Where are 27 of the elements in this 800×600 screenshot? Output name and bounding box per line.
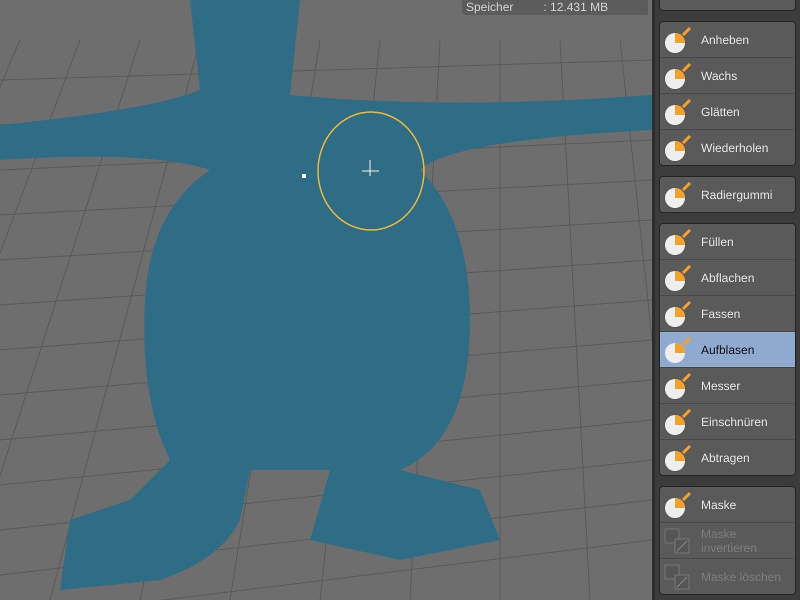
sculpt-brush-icon [663, 370, 693, 400]
tool-item[interactable]: Wachs [660, 58, 795, 94]
sculpt-brush-icon [663, 442, 693, 472]
tool-item[interactable]: Wiederholen [660, 130, 795, 165]
tool-item[interactable]: Anheben [660, 22, 795, 58]
tool-item[interactable]: Abflachen [660, 260, 795, 296]
sculpt-brush-icon [663, 490, 693, 520]
tool-item[interactable]: Füllen [660, 224, 795, 260]
sculpt-brush-icon [663, 262, 693, 292]
info-value: : 12.431 MB [543, 1, 608, 14]
tool-item[interactable]: Radiergummi [660, 177, 795, 212]
sculpt-brush-icon [663, 24, 693, 54]
tool-item[interactable]: Aufblasen [660, 332, 795, 368]
sculpt-brush-icon [663, 132, 693, 162]
sculpt-brush-icon [663, 226, 693, 256]
tool-item[interactable]: Maske [660, 487, 795, 523]
info-label: Speicher [466, 1, 514, 14]
sculpt-brush-icon [663, 334, 693, 364]
tool-item[interactable]: Abtragen [660, 440, 795, 475]
tool-item[interactable]: Glätten [660, 94, 795, 130]
sculpt-brush-icon [663, 298, 693, 328]
sculpt-brush-icon [663, 406, 693, 436]
sculpt-brush-icon [663, 180, 693, 210]
sculpt-brush-icon [663, 96, 693, 126]
tool-item[interactable]: Messer [660, 368, 795, 404]
sculpt-brush-icon [663, 60, 693, 90]
tool-item[interactable]: Einschnüren [660, 404, 795, 440]
